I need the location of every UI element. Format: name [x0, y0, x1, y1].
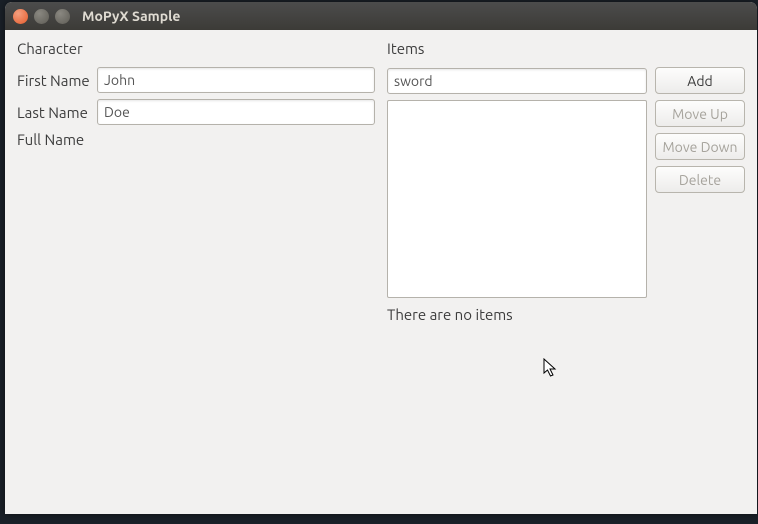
full-name-row: Full Name — [17, 131, 375, 148]
move-up-button[interactable]: Move Up — [655, 100, 745, 127]
close-icon[interactable] — [13, 9, 28, 24]
app-window: MoPyX Sample Character First Name Last N… — [5, 2, 757, 514]
window-title: MoPyX Sample — [82, 8, 180, 24]
item-input[interactable] — [387, 68, 647, 94]
last-name-label: Last Name — [17, 104, 97, 121]
titlebar: MoPyX Sample — [5, 2, 757, 30]
first-name-row: First Name — [17, 67, 375, 93]
character-header: Character — [17, 40, 375, 57]
items-body: Move Up Move Down Delete — [387, 100, 745, 298]
first-name-input[interactable] — [97, 67, 375, 93]
character-section: Character First Name Last Name Full Name — [17, 40, 375, 504]
items-status: There are no items — [387, 306, 745, 323]
content-area: Character First Name Last Name Full Name… — [5, 30, 757, 514]
first-name-label: First Name — [17, 72, 97, 89]
items-section: Items Add Move Up Move Down Delete There… — [387, 40, 745, 504]
items-header: Items — [387, 40, 745, 57]
delete-button[interactable]: Delete — [655, 166, 745, 193]
add-button[interactable]: Add — [655, 67, 745, 94]
minimize-icon[interactable] — [34, 9, 49, 24]
maximize-icon[interactable] — [55, 9, 70, 24]
move-down-button[interactable]: Move Down — [655, 133, 745, 160]
full-name-label: Full Name — [17, 131, 97, 148]
items-button-column: Move Up Move Down Delete — [655, 100, 745, 298]
last-name-row: Last Name — [17, 99, 375, 125]
items-top-row: Add — [387, 67, 745, 94]
last-name-input[interactable] — [97, 99, 375, 125]
items-listbox[interactable] — [387, 100, 647, 298]
